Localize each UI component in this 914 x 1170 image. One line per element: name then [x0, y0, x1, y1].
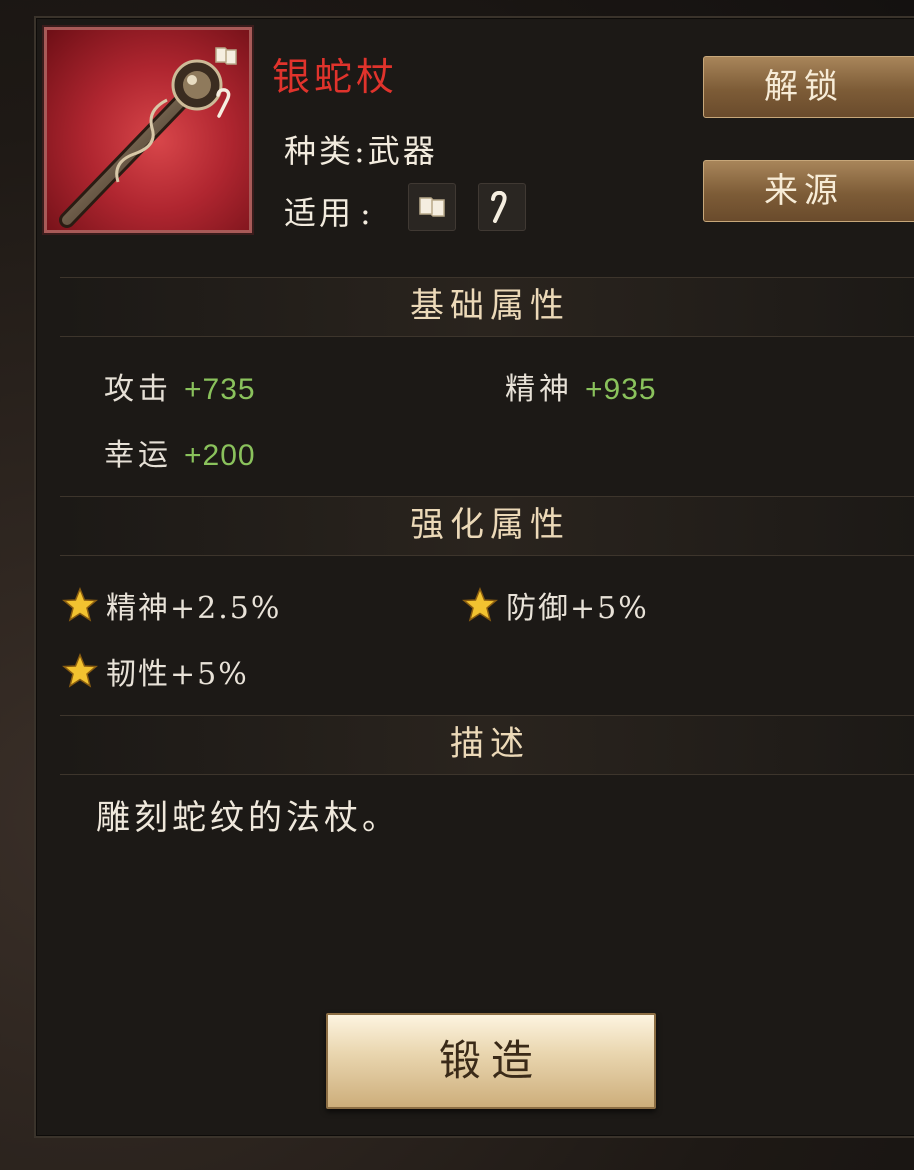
enhance-stat-text: 防御+5% [506, 591, 649, 626]
item-description: 雕刻蛇纹的法杖。 [96, 798, 400, 838]
apply-hook-staff-icon [478, 183, 526, 231]
forge-button[interactable]: 锻造 [326, 1013, 656, 1109]
star-icon [62, 587, 98, 622]
enhance-stat: 精神+2.5% [62, 583, 281, 627]
enhance-stat-text: 精神+2.5% [106, 591, 282, 626]
section-enhance-attributes: 强化属性 [60, 496, 914, 556]
apply-scroll-icon [408, 183, 456, 231]
stat-spirit-value: +935 [585, 373, 657, 406]
item-type-value: 武器 [367, 132, 438, 170]
stat-attack-label: 攻击 [104, 372, 172, 407]
enhance-stat: 防御+5% [462, 583, 649, 627]
item-apply-row: 适用: [284, 188, 374, 234]
star-icon [62, 653, 98, 688]
source-button[interactable]: 来源 [703, 160, 914, 222]
stat-spirit-label: 精神 [505, 372, 573, 407]
enhance-stat: 韧性+5% [62, 649, 249, 693]
item-apply-label: 适用 [284, 194, 355, 232]
section-base-attributes: 基础属性 [60, 277, 914, 337]
star-icon [462, 587, 498, 622]
stat-luck: 幸运 +200 [104, 430, 256, 474]
item-apply-separator: : [360, 194, 374, 232]
item-portrait [44, 27, 252, 233]
stat-luck-value: +200 [184, 439, 256, 472]
item-name: 银蛇杖 [272, 55, 399, 99]
hook-staff-icon [213, 88, 241, 118]
item-type-label: 种类 [284, 132, 355, 170]
stat-luck-label: 幸运 [104, 438, 172, 473]
stat-spirit: 精神 +935 [505, 364, 657, 408]
scroll-icon [213, 44, 241, 72]
unlock-button[interactable]: 解锁 [703, 56, 914, 118]
stat-attack-value: +735 [184, 373, 256, 406]
enhance-stat-text: 韧性+5% [106, 657, 249, 692]
section-description: 描述 [60, 715, 914, 775]
item-type-row: 种类:武器 [284, 126, 438, 172]
item-type-separator: : [354, 132, 368, 170]
stat-attack: 攻击 +735 [104, 364, 256, 408]
